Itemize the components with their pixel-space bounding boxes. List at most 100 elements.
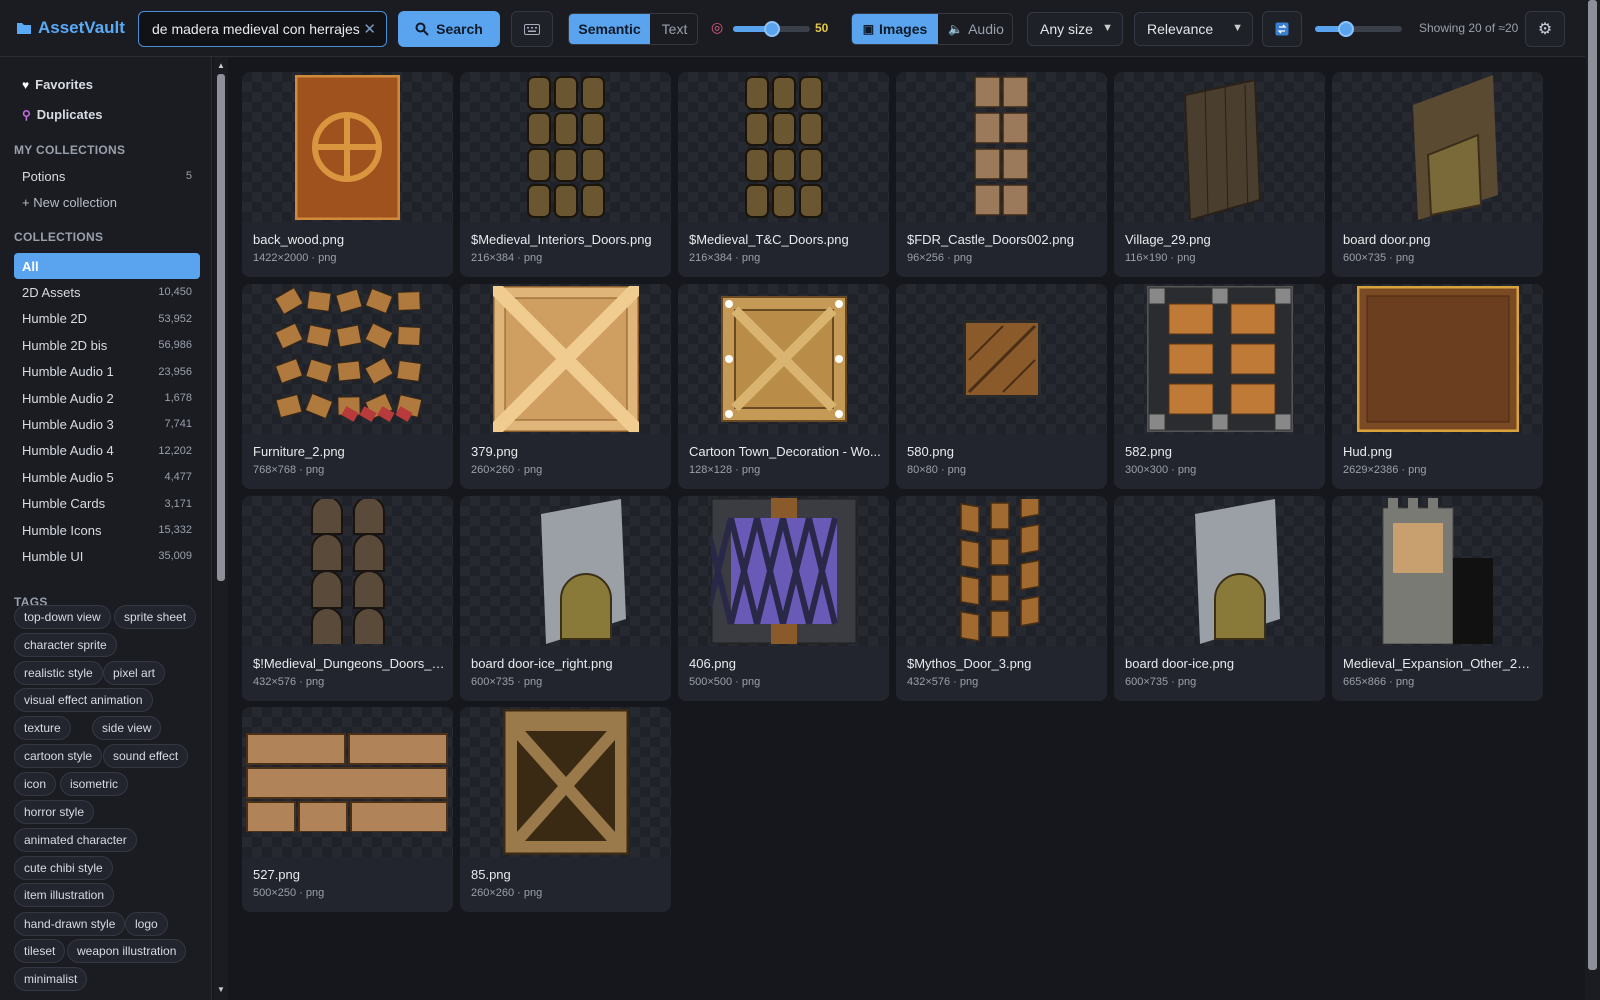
result-card[interactable]: 406.png 500×500 · png <box>678 496 889 701</box>
duplicates-link[interactable]: ⚲ Duplicates <box>22 107 103 122</box>
tag-chip[interactable]: animated character <box>14 828 137 852</box>
favorites-link[interactable]: ♥ Favorites <box>22 77 93 92</box>
scroll-up-arrow-icon[interactable]: ▲ <box>217 61 225 70</box>
semantic-mode-button[interactable]: Semantic <box>569 14 650 44</box>
tag-chip[interactable]: side view <box>92 716 162 740</box>
result-card[interactable]: board door.png 600×735 · png <box>1332 72 1543 277</box>
result-thumbnail[interactable] <box>242 496 453 646</box>
tag-chip[interactable]: cartoon style <box>14 744 103 768</box>
result-card[interactable]: 85.png 260×260 · png <box>460 707 671 912</box>
sidebar-scroll-thumb[interactable] <box>217 74 225 581</box>
tag-chip[interactable]: horror style <box>14 800 95 824</box>
tag-chip[interactable]: cute chibi style <box>14 856 113 880</box>
new-collection-button[interactable]: + New collection <box>14 189 200 215</box>
collection-item[interactable]: Humble 2D 53,952 <box>14 306 200 332</box>
tag-chip[interactable]: hand-drawn style <box>14 912 126 936</box>
collection-item[interactable]: Humble Audio 2 1,678 <box>14 385 200 411</box>
result-thumbnail[interactable] <box>678 284 889 434</box>
result-thumbnail[interactable] <box>460 707 671 857</box>
result-thumbnail[interactable] <box>460 72 671 222</box>
page-scrollbar[interactable] <box>1585 0 1600 1000</box>
collection-item[interactable]: Humble UI 35,009 <box>14 543 200 569</box>
result-thumbnail[interactable] <box>1332 72 1543 222</box>
collection-item[interactable]: 2D Assets 10,450 <box>14 279 200 305</box>
tag-chip[interactable]: logo <box>125 912 168 936</box>
result-card[interactable]: $Mythos_Door_3.png 432×576 · png <box>896 496 1107 701</box>
result-thumbnail[interactable] <box>242 707 453 857</box>
result-thumbnail[interactable] <box>896 284 1107 434</box>
semantic-weight-slider[interactable] <box>733 21 810 37</box>
size-filter-select[interactable]: Any size ▼ <box>1027 12 1123 46</box>
my-collection-item[interactable]: Potions 5 <box>14 163 200 189</box>
collection-item[interactable]: Humble Cards 3,171 <box>14 491 200 517</box>
result-thumbnail[interactable] <box>242 284 453 434</box>
sort-select[interactable]: Relevance ▼ <box>1134 12 1253 46</box>
tag-chip[interactable]: pixel art <box>103 661 166 685</box>
tag-chip[interactable]: realistic style <box>14 661 103 685</box>
result-thumbnail[interactable] <box>896 496 1107 646</box>
semantic-weight-handle[interactable] <box>763 21 780 37</box>
refresh-button[interactable] <box>1262 11 1302 47</box>
result-card[interactable]: $FDR_Castle_Doors002.png 96×256 · png <box>896 72 1107 277</box>
result-thumbnail[interactable] <box>1114 496 1325 646</box>
search-button[interactable]: Search <box>398 11 500 47</box>
sidebar-scrollbar[interactable]: ▲ ▼ <box>214 57 228 1000</box>
tag-chip[interactable]: item illustration <box>14 883 115 907</box>
result-thumbnail[interactable] <box>1114 72 1325 222</box>
keyboard-button[interactable] <box>511 11 553 47</box>
settings-button[interactable]: ⚙ <box>1525 11 1565 47</box>
thumbnail-size-slider[interactable] <box>1315 21 1402 37</box>
collection-item[interactable]: All <box>14 253 200 279</box>
result-card[interactable]: Medieval_Expansion_Other_27.p... 665×866 … <box>1332 496 1543 701</box>
result-card[interactable]: board door-ice_right.png 600×735 · png <box>460 496 671 701</box>
page-scroll-thumb[interactable] <box>1588 0 1597 970</box>
scroll-down-arrow-icon[interactable]: ▼ <box>217 985 225 994</box>
result-card[interactable]: $Medieval_T&C_Doors.png 216×384 · png <box>678 72 889 277</box>
collection-item[interactable]: Humble 2D bis 56,986 <box>14 332 200 358</box>
tag-chip[interactable]: visual effect animation <box>14 688 153 712</box>
result-card[interactable]: Hud.png 2629×2386 · png <box>1332 284 1543 489</box>
result-card[interactable]: 580.png 80×80 · png <box>896 284 1107 489</box>
result-thumbnail[interactable] <box>896 72 1107 222</box>
text-mode-button[interactable]: Text <box>650 14 697 44</box>
app-logo[interactable]: AssetVault <box>16 18 125 38</box>
result-thumbnail[interactable] <box>1332 284 1543 434</box>
result-thumbnail[interactable] <box>678 72 889 222</box>
tag-chip[interactable]: top-down view <box>14 605 111 629</box>
result-card[interactable]: 582.png 300×300 · png <box>1114 284 1325 489</box>
result-card[interactable]: Village_29.png 116×190 · png <box>1114 72 1325 277</box>
result-thumbnail[interactable] <box>460 284 671 434</box>
tag-chip[interactable]: minimalist <box>14 967 88 991</box>
collection-item[interactable]: Humble Audio 3 7,741 <box>14 411 200 437</box>
clear-search-icon[interactable]: ✕ <box>363 20 376 38</box>
thumbnail-size-handle[interactable] <box>1338 21 1355 37</box>
tag-chip[interactable]: tileset <box>14 939 66 963</box>
images-button[interactable]: ▣ Images <box>852 14 938 44</box>
result-card[interactable]: Cartoon Town_Decoration - Wo... 128×128 ·… <box>678 284 889 489</box>
result-card[interactable]: $Medieval_Interiors_Doors.png 216×384 · p… <box>460 72 671 277</box>
result-card[interactable]: Furniture_2.png 768×768 · png <box>242 284 453 489</box>
result-thumbnail[interactable] <box>678 496 889 646</box>
collection-item[interactable]: Humble Audio 1 23,956 <box>14 359 200 385</box>
result-card[interactable]: back_wood.png 1422×2000 · png <box>242 72 453 277</box>
audio-button[interactable]: 🔈 Audio <box>938 14 1012 44</box>
collection-item[interactable]: Humble Audio 5 4,477 <box>14 464 200 490</box>
result-thumbnail[interactable] <box>242 72 453 222</box>
tag-chip[interactable]: texture <box>14 716 71 740</box>
result-thumbnail[interactable] <box>460 496 671 646</box>
search-input[interactable]: de madera medieval con herrajes ✕ <box>138 11 387 47</box>
tag-chip[interactable]: icon <box>14 772 57 796</box>
tag-chip[interactable]: sound effect <box>103 744 189 768</box>
tag-chip[interactable]: sprite sheet <box>114 605 197 629</box>
result-card[interactable]: 379.png 260×260 · png <box>460 284 671 489</box>
result-card[interactable]: 527.png 500×250 · png <box>242 707 453 912</box>
result-card[interactable]: $!Medieval_Dungeons_Doors_1.... 432×576 ·… <box>242 496 453 701</box>
collection-item[interactable]: Humble Icons 15,332 <box>14 517 200 543</box>
tag-chip[interactable]: character sprite <box>14 633 117 657</box>
tag-chip[interactable]: isometric <box>60 772 129 796</box>
result-thumbnail[interactable] <box>1332 496 1543 646</box>
collection-item[interactable]: Humble Audio 4 12,202 <box>14 438 200 464</box>
tag-chip[interactable]: weapon illustration <box>67 939 187 963</box>
result-card[interactable]: board door-ice.png 600×735 · png <box>1114 496 1325 701</box>
result-thumbnail[interactable] <box>1114 284 1325 434</box>
